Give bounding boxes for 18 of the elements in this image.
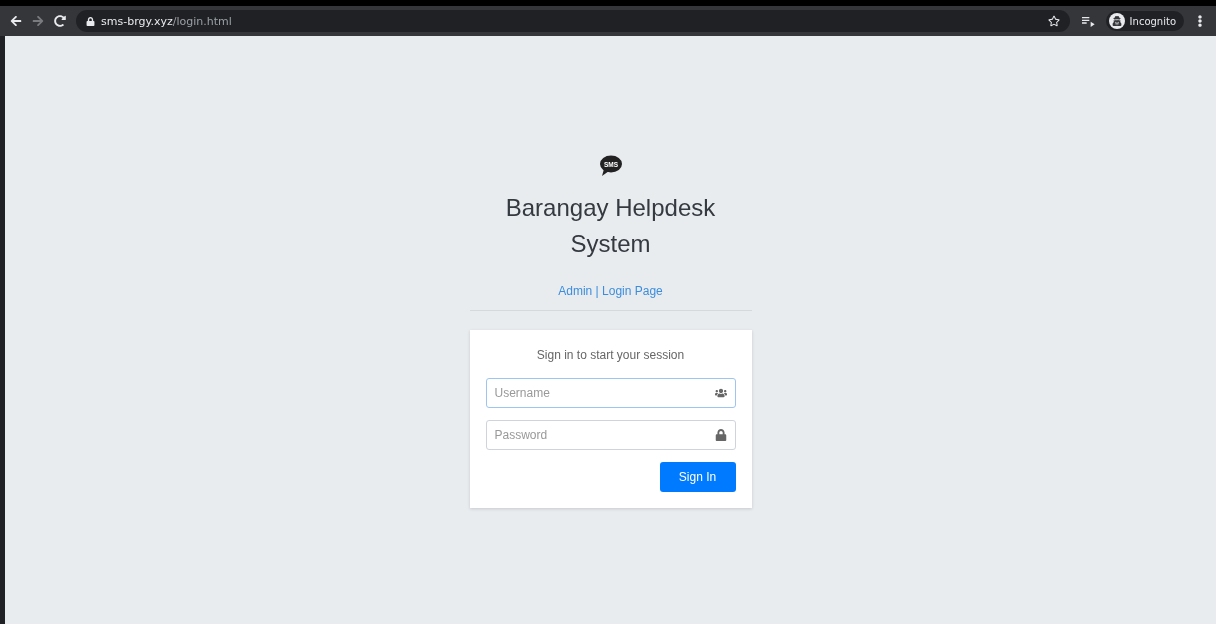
incognito-icon bbox=[1108, 13, 1125, 29]
lock-icon bbox=[714, 429, 727, 441]
card-title: Sign in to start your session bbox=[535, 348, 686, 362]
forward-icon[interactable] bbox=[32, 15, 44, 27]
star-icon[interactable] bbox=[1047, 15, 1060, 27]
back-icon[interactable] bbox=[10, 15, 22, 27]
url-host: sms-brgy.xyz bbox=[101, 14, 173, 28]
sign-in-button[interactable]: Sign In bbox=[659, 462, 736, 492]
profile-label: Incognito bbox=[1129, 15, 1176, 27]
password-field[interactable]: Password bbox=[485, 420, 736, 450]
reload-icon[interactable] bbox=[54, 15, 66, 27]
address-bar[interactable]: sms-brgy.xyz/login.html bbox=[76, 10, 1070, 32]
username-field[interactable]: Username bbox=[485, 378, 736, 408]
users-icon bbox=[714, 387, 727, 399]
app-title: Barangay Helpdesk System bbox=[504, 193, 717, 259]
url-path: /login.html bbox=[172, 14, 232, 28]
profile-button[interactable]: Incognito bbox=[1105, 11, 1184, 31]
lock-icon bbox=[86, 16, 95, 26]
